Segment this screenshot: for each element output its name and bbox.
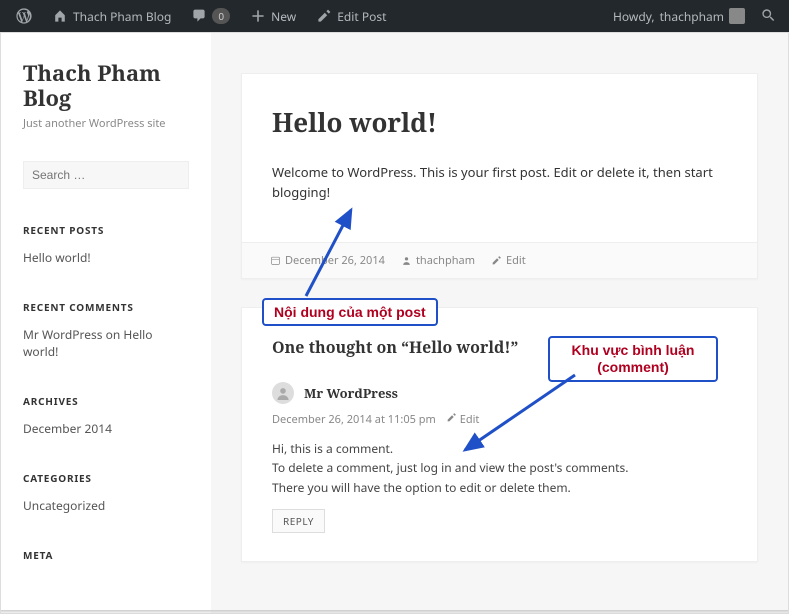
plus-icon <box>250 8 266 24</box>
pencil-icon <box>316 8 332 24</box>
annotation-comment-label: Khu vực bình luận (comment) <box>548 336 718 382</box>
pencil-icon <box>491 255 502 266</box>
comment-item: Mr WordPress December 26, 2014 at 11:05 … <box>272 382 727 533</box>
admin-bar: Thach Pham Blog 0 New Edit Post Howdy, t… <box>0 0 789 32</box>
pencil-icon <box>446 412 457 423</box>
post-edit-link[interactable]: Edit <box>491 253 526 268</box>
edit-post-label: Edit Post <box>337 8 386 25</box>
comment-icon <box>191 8 207 24</box>
howdy-prefix: Howdy, <box>613 8 655 25</box>
site-name-label: Thach Pham Blog <box>73 8 171 25</box>
site-title[interactable]: Thach Pham Blog <box>23 61 189 112</box>
post-meta: December 26, 2014 thachpham Edit <box>242 242 757 278</box>
expand-icon-button[interactable] <box>757 0 781 32</box>
sidebar: Thach Pham Blog Just another WordPress s… <box>1 33 211 613</box>
list-item: Mr WordPress on Hello world! <box>23 326 189 360</box>
widget-archives: ARCHIVES December 2014 <box>23 394 189 437</box>
annotation-post-label: Nội dung của một post <box>262 298 438 326</box>
widget-title: RECENT POSTS <box>23 223 189 237</box>
new-label: New <box>271 8 296 25</box>
reply-button[interactable]: REPLY <box>272 509 325 533</box>
comment-author: Mr WordPress <box>272 382 727 404</box>
avatar <box>729 8 745 24</box>
home-icon <box>52 8 68 24</box>
list-item[interactable]: December 2014 <box>23 420 112 437</box>
comment-content: Hi, this is a comment. To delete a comme… <box>272 439 727 497</box>
on-word: on <box>106 326 121 343</box>
widget-title: ARCHIVES <box>23 394 189 408</box>
widget-title: META <box>23 548 189 562</box>
tagline: Just another WordPress site <box>23 116 189 131</box>
post-author[interactable]: thachpham <box>401 253 475 268</box>
widget-meta: META <box>23 548 189 562</box>
widget-recent-comments: RECENT COMMENTS Mr WordPress on Hello wo… <box>23 300 189 360</box>
comment-avatar <box>272 382 294 404</box>
comment-meta: December 26, 2014 at 11:05 pm Edit <box>272 412 727 427</box>
post-article: Hello world! Welcome to WordPress. This … <box>241 73 758 279</box>
calendar-icon <box>270 255 281 266</box>
wordpress-icon <box>16 8 32 24</box>
comment-date[interactable]: December 26, 2014 at 11:05 pm <box>272 412 436 427</box>
comment-edit-link[interactable]: Edit <box>446 412 480 427</box>
widget-recent-posts: RECENT POSTS Hello world! <box>23 223 189 266</box>
comment-author-link[interactable]: Mr WordPress <box>23 326 102 343</box>
person-icon <box>276 386 290 400</box>
post-date[interactable]: December 26, 2014 <box>270 253 385 268</box>
widget-title: CATEGORIES <box>23 471 189 485</box>
howdy-user: thachpham <box>660 8 724 25</box>
list-item[interactable]: Uncategorized <box>23 497 105 514</box>
edit-post-menu[interactable]: Edit Post <box>308 0 394 32</box>
wp-logo-menu[interactable] <box>8 0 40 32</box>
site-name-menu[interactable]: Thach Pham Blog <box>44 0 179 32</box>
new-content-menu[interactable]: New <box>242 0 304 32</box>
search-input[interactable] <box>23 161 189 189</box>
comments-menu[interactable]: 0 <box>183 0 238 32</box>
widget-categories: CATEGORIES Uncategorized <box>23 471 189 514</box>
list-item[interactable]: Hello world! <box>23 249 91 266</box>
person-icon <box>401 255 412 266</box>
comment-author-name[interactable]: Mr WordPress <box>304 384 398 402</box>
post-title[interactable]: Hello world! <box>272 104 727 140</box>
search-icon <box>761 8 777 24</box>
widget-title: RECENT COMMENTS <box>23 300 189 314</box>
comments-count: 0 <box>212 8 230 24</box>
post-content: Welcome to WordPress. This is your first… <box>272 162 727 202</box>
my-account-menu[interactable]: Howdy, thachpham <box>605 0 753 32</box>
